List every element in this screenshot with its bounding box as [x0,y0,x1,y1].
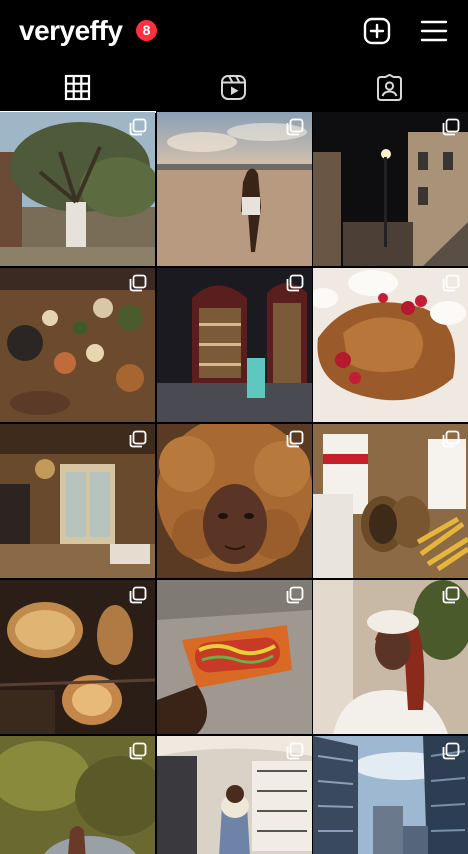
tab-tagged[interactable] [312,62,468,112]
tab-posts-grid[interactable] [0,62,156,113]
tab-reels[interactable] [156,62,312,112]
carousel-icon [442,430,460,448]
post-thumbnail[interactable] [156,268,312,422]
post-thumbnail[interactable] [156,112,312,266]
carousel-icon [129,742,147,760]
post-thumbnail[interactable] [0,736,155,854]
hamburger-menu-icon[interactable] [419,16,449,46]
tagged-person-icon [377,74,402,101]
carousel-icon [129,586,147,604]
carousel-icon [129,118,147,136]
carousel-icon [129,430,147,448]
post-thumbnail[interactable] [313,580,468,734]
post-thumbnail[interactable] [0,268,155,422]
post-thumbnail[interactable] [313,112,468,266]
posts-grid [0,112,468,854]
profile-screen: veryeffy 8 [0,0,468,854]
post-thumbnail[interactable] [156,736,312,854]
carousel-icon [286,742,304,760]
carousel-icon [129,274,147,292]
carousel-icon [442,742,460,760]
profile-tabs [0,62,468,113]
notification-badge[interactable]: 8 [136,20,157,41]
carousel-icon [442,274,460,292]
post-thumbnail[interactable] [313,736,468,854]
profile-username[interactable]: veryeffy [19,13,123,49]
carousel-icon [286,274,304,292]
plus-square-icon[interactable] [362,16,392,46]
carousel-icon [286,586,304,604]
grid-icon [64,74,91,101]
post-thumbnail[interactable] [0,112,155,266]
carousel-icon [442,118,460,136]
carousel-icon [286,118,304,136]
reels-icon [221,75,246,100]
post-thumbnail[interactable] [156,424,312,578]
post-thumbnail[interactable] [0,424,155,578]
carousel-icon [442,586,460,604]
post-thumbnail[interactable] [313,268,468,422]
carousel-icon [286,430,304,448]
post-thumbnail[interactable] [156,580,312,734]
post-thumbnail[interactable] [313,424,468,578]
post-thumbnail[interactable] [0,580,155,734]
top-bar: veryeffy 8 [0,0,468,62]
